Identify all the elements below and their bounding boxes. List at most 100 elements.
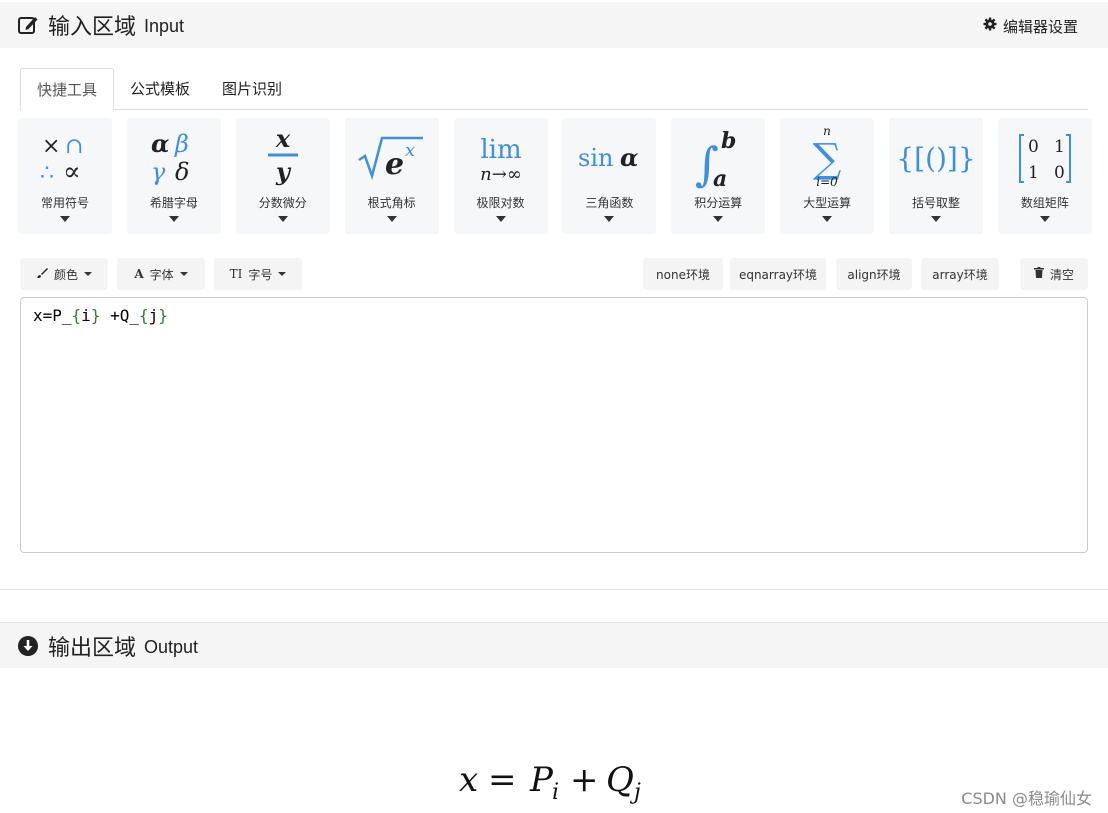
align-env-button[interactable]: align环境 bbox=[836, 258, 912, 290]
greek-letters-icon: α β γ δ bbox=[151, 129, 189, 186]
tab-quick-tools[interactable]: 快捷工具 bbox=[20, 68, 115, 111]
tool-label: 根式角标 bbox=[367, 196, 416, 210]
font-dropdown-button[interactable]: A 字体 bbox=[117, 258, 205, 290]
svg-text:b: b bbox=[721, 128, 736, 154]
clear-button[interactable]: 清空 bbox=[1020, 258, 1088, 290]
chevron-down-icon bbox=[277, 216, 288, 222]
formula-q: Q bbox=[606, 760, 634, 800]
tool-label: 积分运算 bbox=[694, 196, 743, 210]
svg-text:0: 0 bbox=[1028, 137, 1039, 157]
latex-editor-textarea[interactable]: x=P_{i} +Q_{j} bbox=[20, 297, 1088, 553]
tool-label: 数组矩阵 bbox=[1020, 196, 1069, 210]
chevron-down-icon bbox=[168, 216, 179, 222]
svg-text:α: α bbox=[151, 129, 169, 158]
chevron-down-icon bbox=[1039, 216, 1050, 222]
input-section-title: 输入区域 bbox=[48, 15, 137, 40]
chevron-down-icon bbox=[179, 272, 188, 276]
chevron-down-icon bbox=[386, 216, 397, 222]
trig-icon: sin α bbox=[578, 143, 638, 172]
size-dropdown-button[interactable]: TI 字号 bbox=[214, 258, 302, 290]
svg-text:∩: ∩ bbox=[65, 134, 83, 159]
chevron-down-icon bbox=[604, 216, 615, 222]
chevron-down-icon bbox=[713, 216, 724, 222]
matrix-icon: 0 1 1 0 bbox=[1018, 134, 1071, 183]
tool-matrix[interactable]: 0 1 1 0 数组矩阵 bbox=[997, 118, 1092, 234]
chevron-down-icon bbox=[931, 216, 941, 222]
svg-text:×: × bbox=[42, 134, 60, 159]
tool-radical[interactable]: e x 根式角标 bbox=[344, 118, 439, 234]
code-brace: { bbox=[138, 306, 149, 325]
formula-equals: = bbox=[488, 760, 517, 800]
svg-text:x: x bbox=[405, 140, 415, 161]
eqnarray-env-button[interactable]: eqnarray环境 bbox=[730, 258, 826, 290]
tab-formula-templates[interactable]: 公式模板 bbox=[114, 68, 206, 110]
svg-text:δ: δ bbox=[175, 158, 189, 186]
code-brace: } bbox=[158, 306, 168, 325]
output-section-title: 输出区域 bbox=[48, 635, 137, 661]
formula-x: x bbox=[459, 760, 478, 800]
editor-settings-label: 编辑器设置 bbox=[1002, 17, 1078, 36]
tab-image-recognition[interactable]: 图片识别 bbox=[206, 68, 298, 110]
svg-text:1: 1 bbox=[1054, 137, 1065, 157]
svg-text:0: 0 bbox=[1054, 163, 1065, 183]
array-env-button[interactable]: array环境 bbox=[921, 258, 999, 290]
font-icon: A bbox=[134, 267, 144, 281]
tool-limit[interactable]: lim n→∞ 极限对数 bbox=[453, 118, 548, 234]
tool-label: 常用符号 bbox=[40, 196, 89, 210]
tool-summation[interactable]: n ∑ i=0 大型运算 bbox=[780, 118, 875, 234]
tool-fraction[interactable]: x y 分数微分 bbox=[235, 118, 330, 234]
tool-greek-letters[interactable]: α β γ δ 希腊字母 bbox=[126, 118, 221, 234]
editor-toolbar: 颜色 A 字体 TI 字号 none环境 eqnarray环境 align环境 … bbox=[20, 258, 1088, 290]
chevron-down-icon bbox=[60, 216, 70, 222]
code-brace: } bbox=[90, 306, 101, 325]
tool-trig[interactable]: sin α 三角函数 bbox=[562, 118, 657, 234]
tool-integral[interactable]: ∫ b a 积分运算 bbox=[671, 118, 766, 234]
svg-text:a: a bbox=[713, 166, 727, 192]
arrow-down-circle-icon bbox=[16, 634, 40, 658]
tool-common-symbols[interactable]: × ∩ ∴ ∝ 常用符号 bbox=[18, 118, 112, 234]
svg-text:x: x bbox=[275, 124, 291, 153]
svg-text:∝: ∝ bbox=[63, 157, 81, 187]
chevron-down-icon bbox=[495, 216, 506, 222]
svg-text:e: e bbox=[385, 147, 404, 182]
input-tabs: 快捷工具 公式模板 图片识别 bbox=[20, 68, 1088, 111]
chevron-down-icon bbox=[822, 216, 833, 222]
svg-text:γ: γ bbox=[151, 158, 166, 186]
watermark: CSDN @稳瑜仙女 bbox=[961, 789, 1092, 808]
editor-settings-button[interactable]: 编辑器设置 bbox=[973, 10, 1088, 42]
common-symbols-icon: × ∩ ∴ ∝ bbox=[40, 134, 83, 187]
formula-sub-i: i bbox=[552, 780, 559, 805]
formula-p: P bbox=[529, 760, 554, 800]
trash-icon bbox=[1033, 267, 1044, 281]
tool-label: 三角函数 bbox=[585, 196, 634, 210]
svg-text:sin: sin bbox=[578, 144, 613, 172]
brackets-icon: {[()]} bbox=[896, 142, 975, 175]
chevron-down-icon bbox=[84, 272, 92, 276]
svg-text:n→∞: n→∞ bbox=[480, 164, 522, 185]
summation-icon: n ∑ i=0 bbox=[813, 124, 842, 189]
section-divider bbox=[0, 589, 1108, 590]
size-label: 字号 bbox=[248, 267, 273, 282]
gear-icon bbox=[983, 17, 997, 35]
quick-tools-palette: × ∩ ∴ ∝ 常用符号 α β γ δ 希腊字母 x y 分数微分 e x 根… bbox=[18, 118, 1092, 234]
tool-label: 分数微分 bbox=[258, 196, 307, 210]
text-size-icon: TI bbox=[229, 267, 243, 281]
code-text: i bbox=[81, 306, 91, 325]
tool-brackets[interactable]: {[()]} 括号取整 bbox=[889, 118, 983, 234]
tool-label: 极限对数 bbox=[476, 196, 525, 210]
clear-label: 清空 bbox=[1049, 267, 1074, 282]
rendered-formula: x = P i + Q j bbox=[459, 760, 641, 805]
code-brace: { bbox=[71, 306, 82, 325]
none-env-button[interactable]: none环境 bbox=[643, 258, 723, 290]
svg-text:α: α bbox=[620, 143, 638, 172]
svg-text:y: y bbox=[275, 157, 292, 186]
color-dropdown-button[interactable]: 颜色 bbox=[20, 258, 108, 290]
formula-plus: + bbox=[570, 760, 599, 800]
edit-icon bbox=[16, 13, 40, 37]
tool-label: 括号取整 bbox=[911, 196, 960, 210]
input-section-subtitle: Input bbox=[144, 16, 185, 36]
svg-text:i=0: i=0 bbox=[816, 175, 838, 189]
svg-text:{[()]}: {[()]} bbox=[896, 142, 975, 175]
fraction-icon: x y bbox=[267, 124, 298, 186]
output-section-subtitle: Output bbox=[144, 636, 199, 657]
